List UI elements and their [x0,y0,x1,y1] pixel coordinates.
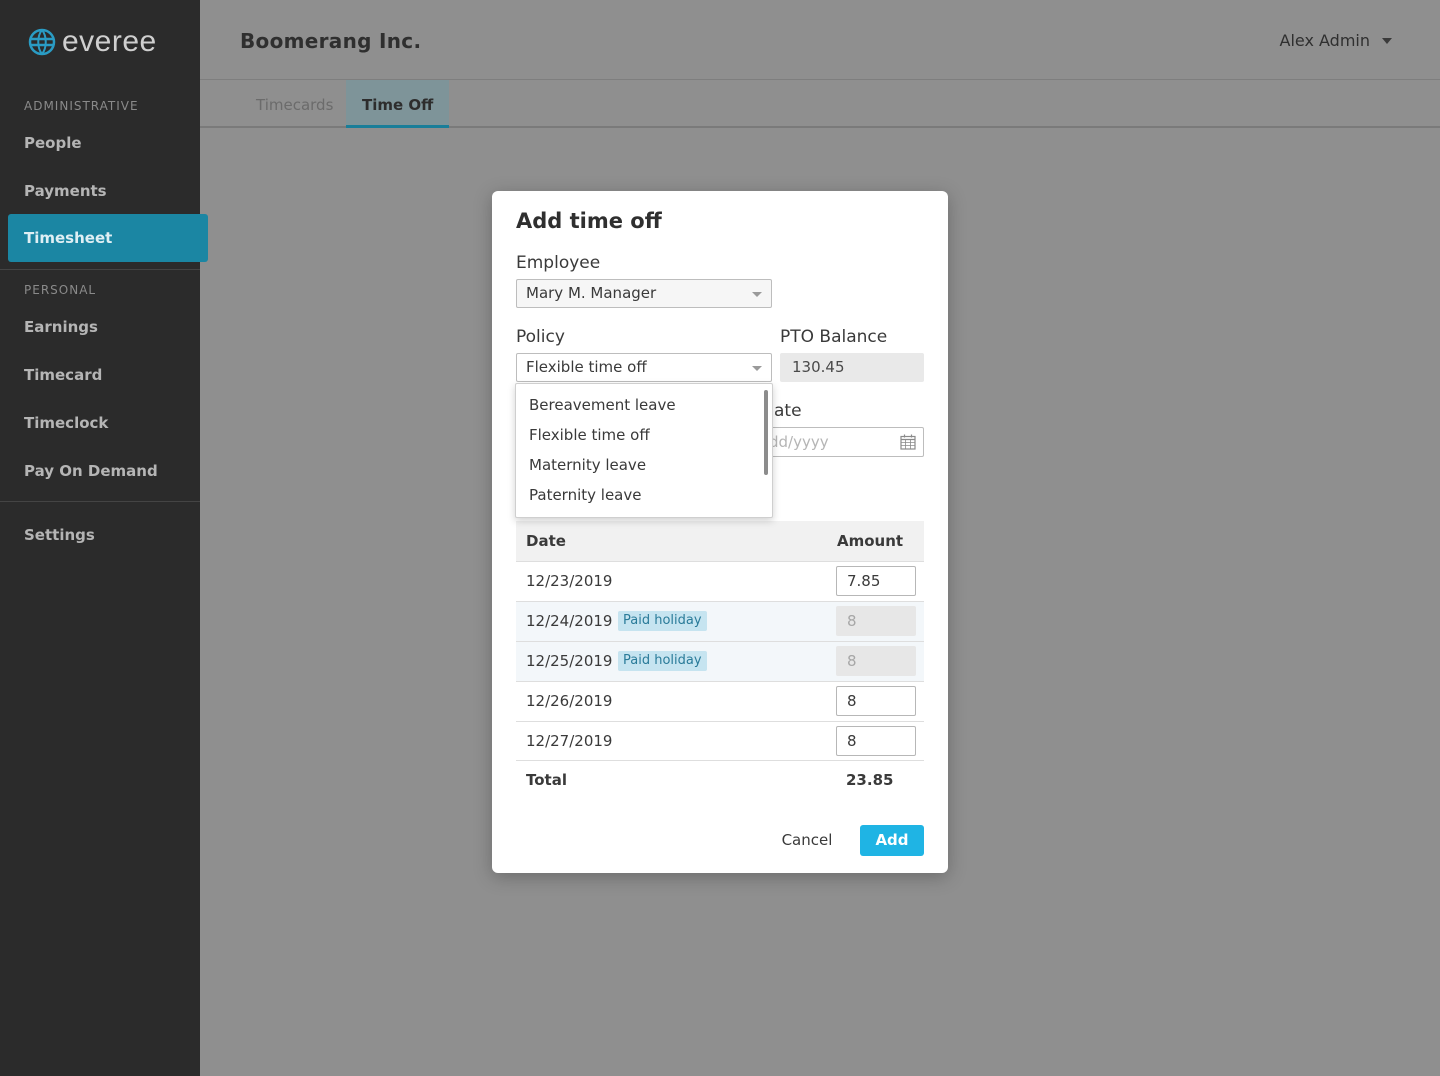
total-label: Total [526,771,567,789]
sidebar-divider [0,501,200,502]
date-input[interactable]: dd/yyyy [764,427,924,457]
column-header-amount: Amount [837,532,904,550]
policy-dropdown-menu: Bereavement leave Flexible time off Mate… [515,383,773,518]
table-row: 12/23/2019 7.85 [516,561,924,601]
section-label-personal: PERSONAL [24,283,97,297]
sidebar-divider [0,269,200,270]
logo[interactable]: everee [28,25,157,58]
table-total-row: Total 23.85 [516,760,924,800]
pto-balance-label: PTO Balance [780,327,888,347]
amount-input[interactable]: 7.85 [836,566,916,596]
user-menu[interactable]: Alex Admin [1280,31,1371,50]
policy-select[interactable]: Flexible time off [516,353,772,382]
globe-logo-icon [28,28,56,56]
add-time-off-modal: Add time off Employee Mary M. Manager Po… [492,191,948,873]
policy-select-value: Flexible time off [526,358,647,376]
table-row: 12/24/2019 Paid holiday 8 [516,601,924,641]
total-value: 23.85 [846,771,894,789]
policy-option[interactable]: Bereavement leave [529,396,676,414]
sidebar-item-earnings[interactable]: Earnings [24,318,98,336]
tab-timecards[interactable]: Timecards [240,80,349,128]
employee-label: Employee [516,253,601,273]
top-header: Boomerang Inc. Alex Admin [200,0,1440,80]
column-header-date: Date [526,532,566,550]
row-date: 12/25/2019 [526,652,613,670]
table-row: 12/25/2019 Paid holiday 8 [516,641,924,681]
policy-option[interactable]: Paternity leave [529,486,641,504]
section-label-administrative: ADMINISTRATIVE [24,99,139,113]
sidebar-item-timecard[interactable]: Timecard [24,366,102,384]
chevron-down-icon [752,366,762,371]
amount-input: 8 [836,606,916,636]
date-input-placeholder: dd/yyyy [769,433,829,451]
date-label: ate [774,401,802,421]
sidebar-item-timeclock[interactable]: Timeclock [24,414,108,432]
employee-select[interactable]: Mary M. Manager [516,279,772,308]
logo-text: everee [62,25,157,58]
tab-bar: Timecards Time Off [200,80,1440,128]
sidebar-item-timesheet[interactable]: Timesheet [8,214,208,262]
row-date: 12/24/2019 [526,612,613,630]
table-row: 12/27/2019 8 [516,721,924,761]
chevron-down-icon [752,292,762,297]
table-header: Date Amount [516,521,924,561]
sidebar-item-pay-on-demand[interactable]: Pay On Demand [24,462,158,480]
row-date: 12/26/2019 [526,692,613,710]
chevron-down-icon[interactable] [1382,38,1392,44]
paid-holiday-badge: Paid holiday [618,651,707,671]
sidebar: everee ADMINISTRATIVE People Payments Ti… [0,0,208,1076]
policy-option[interactable]: Flexible time off [529,426,650,444]
paid-holiday-badge: Paid holiday [618,611,707,631]
policy-label: Policy [516,327,565,347]
amount-input: 8 [836,646,916,676]
dropdown-scrollbar[interactable] [764,390,768,475]
pto-balance-value: 130.45 [780,353,924,382]
sidebar-item-people[interactable]: People [24,134,82,152]
employee-select-value: Mary M. Manager [526,284,657,302]
table-row: 12/26/2019 8 [516,681,924,721]
sidebar-item-payments[interactable]: Payments [24,182,107,200]
policy-option[interactable]: Maternity leave [529,456,646,474]
add-button[interactable]: Add [860,825,924,856]
amount-input[interactable]: 8 [836,686,916,716]
cancel-button[interactable]: Cancel [776,825,838,855]
row-date: 12/23/2019 [526,572,613,590]
sidebar-item-settings[interactable]: Settings [24,526,95,544]
row-date: 12/27/2019 [526,732,613,750]
modal-title: Add time off [516,209,662,233]
calendar-icon[interactable] [900,434,916,450]
tab-time-off[interactable]: Time Off [346,80,450,128]
company-name: Boomerang Inc. [240,29,422,53]
amount-input[interactable]: 8 [836,726,916,756]
